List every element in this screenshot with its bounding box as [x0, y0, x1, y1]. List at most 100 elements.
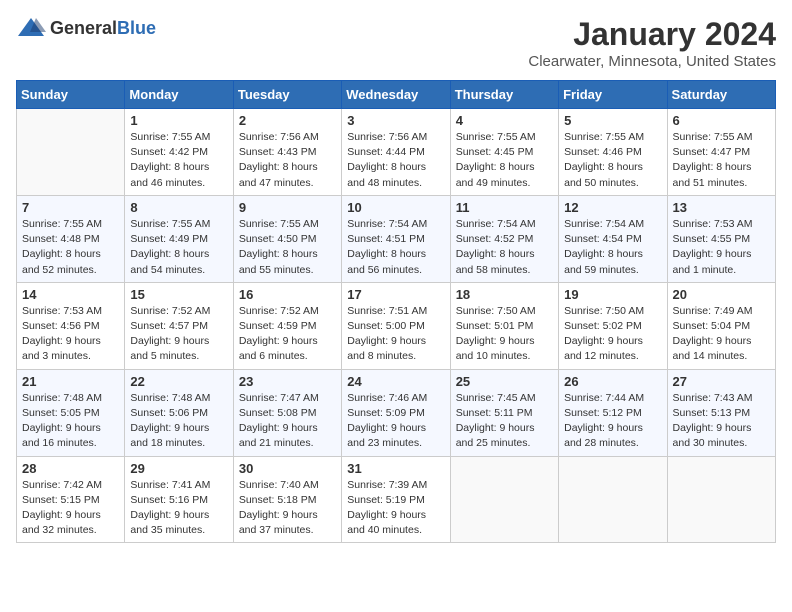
sunrise-text: Sunrise: 7:45 AM — [456, 392, 536, 404]
table-row: 27 Sunrise: 7:43 AM Sunset: 5:13 PM Dayl… — [667, 369, 775, 456]
week-row-4: 21 Sunrise: 7:48 AM Sunset: 5:05 PM Dayl… — [17, 369, 776, 456]
day-info: Sunrise: 7:55 AM Sunset: 4:46 PM Dayligh… — [564, 130, 661, 191]
table-row: 21 Sunrise: 7:48 AM Sunset: 5:05 PM Dayl… — [17, 369, 125, 456]
sunrise-text: Sunrise: 7:53 AM — [22, 305, 102, 317]
table-row: 7 Sunrise: 7:55 AM Sunset: 4:48 PM Dayli… — [17, 195, 125, 282]
sunrise-text: Sunrise: 7:43 AM — [673, 392, 753, 404]
sunset-text: Sunset: 5:09 PM — [347, 407, 425, 419]
sunset-text: Sunset: 4:55 PM — [673, 233, 751, 245]
sunrise-text: Sunrise: 7:50 AM — [564, 305, 644, 317]
day-info: Sunrise: 7:56 AM Sunset: 4:43 PM Dayligh… — [239, 130, 336, 191]
sunset-text: Sunset: 5:05 PM — [22, 407, 100, 419]
sunset-text: Sunset: 4:54 PM — [564, 233, 642, 245]
table-row: 22 Sunrise: 7:48 AM Sunset: 5:06 PM Dayl… — [125, 369, 233, 456]
day-number: 29 — [130, 461, 227, 476]
table-row: 14 Sunrise: 7:53 AM Sunset: 4:56 PM Dayl… — [17, 282, 125, 369]
header-tuesday: Tuesday — [233, 81, 341, 109]
daylight-text: Daylight: 9 hours and 30 minutes. — [673, 422, 752, 449]
day-info: Sunrise: 7:53 AM Sunset: 4:55 PM Dayligh… — [673, 217, 770, 278]
day-number: 23 — [239, 374, 336, 389]
daylight-text: Daylight: 9 hours and 5 minutes. — [130, 335, 209, 362]
calendar-table: Sunday Monday Tuesday Wednesday Thursday… — [16, 80, 776, 543]
day-info: Sunrise: 7:52 AM Sunset: 4:57 PM Dayligh… — [130, 304, 227, 365]
sunset-text: Sunset: 5:15 PM — [22, 494, 100, 506]
table-row: 8 Sunrise: 7:55 AM Sunset: 4:49 PM Dayli… — [125, 195, 233, 282]
sunrise-text: Sunrise: 7:48 AM — [130, 392, 210, 404]
day-info: Sunrise: 7:46 AM Sunset: 5:09 PM Dayligh… — [347, 391, 444, 452]
daylight-text: Daylight: 8 hours and 54 minutes. — [130, 248, 209, 275]
day-info: Sunrise: 7:52 AM Sunset: 4:59 PM Dayligh… — [239, 304, 336, 365]
day-info: Sunrise: 7:55 AM Sunset: 4:47 PM Dayligh… — [673, 130, 770, 191]
sunrise-text: Sunrise: 7:51 AM — [347, 305, 427, 317]
table-row: 3 Sunrise: 7:56 AM Sunset: 4:44 PM Dayli… — [342, 109, 450, 196]
day-info: Sunrise: 7:42 AM Sunset: 5:15 PM Dayligh… — [22, 478, 119, 539]
daylight-text: Daylight: 9 hours and 10 minutes. — [456, 335, 535, 362]
sunrise-text: Sunrise: 7:42 AM — [22, 479, 102, 491]
daylight-text: Daylight: 9 hours and 12 minutes. — [564, 335, 643, 362]
day-number: 11 — [456, 200, 553, 215]
sunrise-text: Sunrise: 7:48 AM — [22, 392, 102, 404]
daylight-text: Daylight: 9 hours and 35 minutes. — [130, 509, 209, 536]
day-number: 15 — [130, 287, 227, 302]
day-info: Sunrise: 7:55 AM Sunset: 4:42 PM Dayligh… — [130, 130, 227, 191]
daylight-text: Daylight: 8 hours and 56 minutes. — [347, 248, 426, 275]
day-info: Sunrise: 7:47 AM Sunset: 5:08 PM Dayligh… — [239, 391, 336, 452]
sunset-text: Sunset: 5:18 PM — [239, 494, 317, 506]
sunset-text: Sunset: 4:52 PM — [456, 233, 534, 245]
sunset-text: Sunset: 4:45 PM — [456, 146, 534, 158]
logo-blue: Blue — [117, 18, 156, 38]
table-row: 20 Sunrise: 7:49 AM Sunset: 5:04 PM Dayl… — [667, 282, 775, 369]
daylight-text: Daylight: 9 hours and 40 minutes. — [347, 509, 426, 536]
daylight-text: Daylight: 8 hours and 59 minutes. — [564, 248, 643, 275]
daylight-text: Daylight: 9 hours and 8 minutes. — [347, 335, 426, 362]
sunset-text: Sunset: 4:43 PM — [239, 146, 317, 158]
sunrise-text: Sunrise: 7:53 AM — [673, 218, 753, 230]
daylight-text: Daylight: 9 hours and 1 minute. — [673, 248, 752, 275]
table-row: 2 Sunrise: 7:56 AM Sunset: 4:43 PM Dayli… — [233, 109, 341, 196]
sunrise-text: Sunrise: 7:56 AM — [239, 131, 319, 143]
sunrise-text: Sunrise: 7:56 AM — [347, 131, 427, 143]
daylight-text: Daylight: 8 hours and 55 minutes. — [239, 248, 318, 275]
day-info: Sunrise: 7:54 AM Sunset: 4:51 PM Dayligh… — [347, 217, 444, 278]
table-row: 18 Sunrise: 7:50 AM Sunset: 5:01 PM Dayl… — [450, 282, 558, 369]
day-number: 2 — [239, 113, 336, 128]
day-number: 31 — [347, 461, 444, 476]
sunrise-text: Sunrise: 7:55 AM — [564, 131, 644, 143]
sunset-text: Sunset: 5:06 PM — [130, 407, 208, 419]
day-number: 1 — [130, 113, 227, 128]
days-header-row: Sunday Monday Tuesday Wednesday Thursday… — [17, 81, 776, 109]
table-row: 5 Sunrise: 7:55 AM Sunset: 4:46 PM Dayli… — [559, 109, 667, 196]
header-saturday: Saturday — [667, 81, 775, 109]
day-number: 21 — [22, 374, 119, 389]
table-row — [667, 456, 775, 543]
day-info: Sunrise: 7:55 AM Sunset: 4:48 PM Dayligh… — [22, 217, 119, 278]
sunrise-text: Sunrise: 7:55 AM — [22, 218, 102, 230]
daylight-text: Daylight: 8 hours and 49 minutes. — [456, 161, 535, 188]
sunset-text: Sunset: 5:11 PM — [456, 407, 533, 419]
sunrise-text: Sunrise: 7:39 AM — [347, 479, 427, 491]
day-info: Sunrise: 7:55 AM Sunset: 4:50 PM Dayligh… — [239, 217, 336, 278]
logo: GeneralBlue — [16, 16, 156, 40]
day-info: Sunrise: 7:54 AM Sunset: 4:54 PM Dayligh… — [564, 217, 661, 278]
table-row: 31 Sunrise: 7:39 AM Sunset: 5:19 PM Dayl… — [342, 456, 450, 543]
sunrise-text: Sunrise: 7:46 AM — [347, 392, 427, 404]
sunset-text: Sunset: 4:47 PM — [673, 146, 751, 158]
location-subtitle: Clearwater, Minnesota, United States — [528, 53, 776, 70]
sunrise-text: Sunrise: 7:55 AM — [239, 218, 319, 230]
sunset-text: Sunset: 5:13 PM — [673, 407, 751, 419]
day-number: 22 — [130, 374, 227, 389]
day-number: 27 — [673, 374, 770, 389]
week-row-1: 1 Sunrise: 7:55 AM Sunset: 4:42 PM Dayli… — [17, 109, 776, 196]
table-row: 1 Sunrise: 7:55 AM Sunset: 4:42 PM Dayli… — [125, 109, 233, 196]
day-number: 25 — [456, 374, 553, 389]
table-row: 12 Sunrise: 7:54 AM Sunset: 4:54 PM Dayl… — [559, 195, 667, 282]
day-number: 28 — [22, 461, 119, 476]
sunrise-text: Sunrise: 7:55 AM — [130, 131, 210, 143]
sunrise-text: Sunrise: 7:44 AM — [564, 392, 644, 404]
table-row: 9 Sunrise: 7:55 AM Sunset: 4:50 PM Dayli… — [233, 195, 341, 282]
sunrise-text: Sunrise: 7:52 AM — [239, 305, 319, 317]
day-info: Sunrise: 7:53 AM Sunset: 4:56 PM Dayligh… — [22, 304, 119, 365]
table-row: 13 Sunrise: 7:53 AM Sunset: 4:55 PM Dayl… — [667, 195, 775, 282]
day-info: Sunrise: 7:55 AM Sunset: 4:45 PM Dayligh… — [456, 130, 553, 191]
sunset-text: Sunset: 4:46 PM — [564, 146, 642, 158]
